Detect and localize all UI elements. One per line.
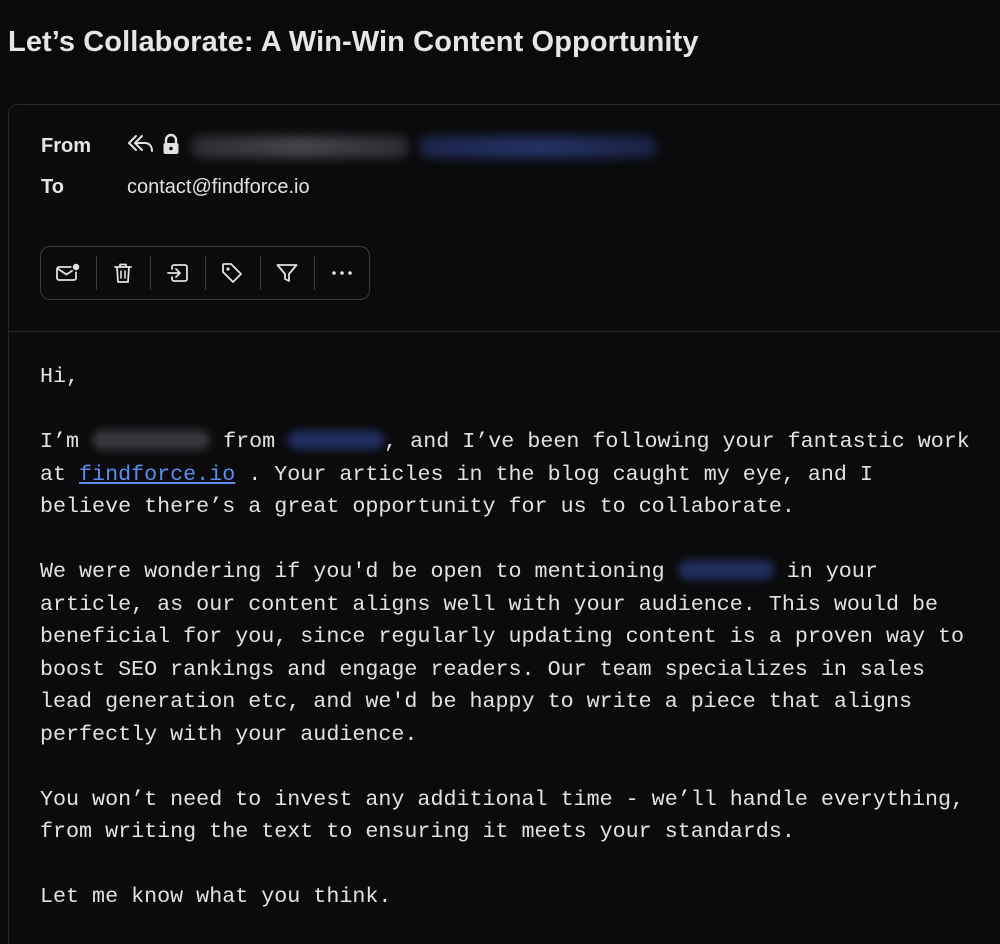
mark-unread-button[interactable] — [41, 247, 96, 299]
tag-button[interactable] — [205, 247, 260, 299]
delete-button[interactable] — [95, 247, 151, 299]
paragraph-offer: You won’t need to invest any additional … — [40, 786, 965, 845]
to-label: To — [41, 176, 64, 198]
filter-button[interactable] — [259, 247, 315, 299]
tag-icon — [220, 261, 244, 285]
email-card: From To contact@findforce.io Hi, I’m fro… — [8, 104, 1000, 944]
paragraph-closing: Let me know what you think. — [40, 884, 392, 909]
intro-text-b: from — [223, 429, 276, 454]
company-redacted-inline-2 — [677, 560, 774, 580]
company-redacted-inline — [288, 430, 385, 450]
trash-icon — [112, 261, 134, 285]
paragraph-proposal: We were wondering if you'd be open to me… — [40, 556, 970, 751]
paragraph-intro: I’m from , and I’ve been following your … — [40, 426, 970, 524]
filter-icon — [275, 262, 299, 284]
greeting: Hi, — [40, 364, 80, 389]
sender-email-redacted — [419, 136, 657, 158]
header-divider — [9, 331, 1000, 332]
recipient-address: contact@findforce.io — [127, 176, 310, 198]
lock-icon — [161, 133, 181, 155]
more-icon — [330, 269, 354, 277]
sender-indicators — [127, 133, 181, 155]
move-to-icon — [166, 262, 190, 284]
email-body: Hi, I’m from , and I’ve been following y… — [40, 361, 970, 944]
mail-unread-icon — [55, 262, 82, 284]
intro-text-a: I’m — [40, 429, 80, 454]
sender-name-redacted-inline — [92, 430, 211, 450]
more-button[interactable] — [314, 247, 369, 299]
from-label: From — [41, 135, 91, 157]
proposal-text-a: We were wondering if you'd be open to me… — [40, 559, 665, 584]
proposal-text-b: in your article, as our content aligns w… — [40, 559, 965, 747]
message-toolbar — [40, 246, 370, 300]
email-subject: Let’s Collaborate: A Win-Win Content Opp… — [8, 26, 699, 58]
reply-all-icon — [127, 133, 155, 155]
sender-name-redacted — [191, 136, 409, 158]
findforce-link[interactable]: findforce.io — [79, 462, 235, 487]
move-button[interactable] — [150, 247, 205, 299]
